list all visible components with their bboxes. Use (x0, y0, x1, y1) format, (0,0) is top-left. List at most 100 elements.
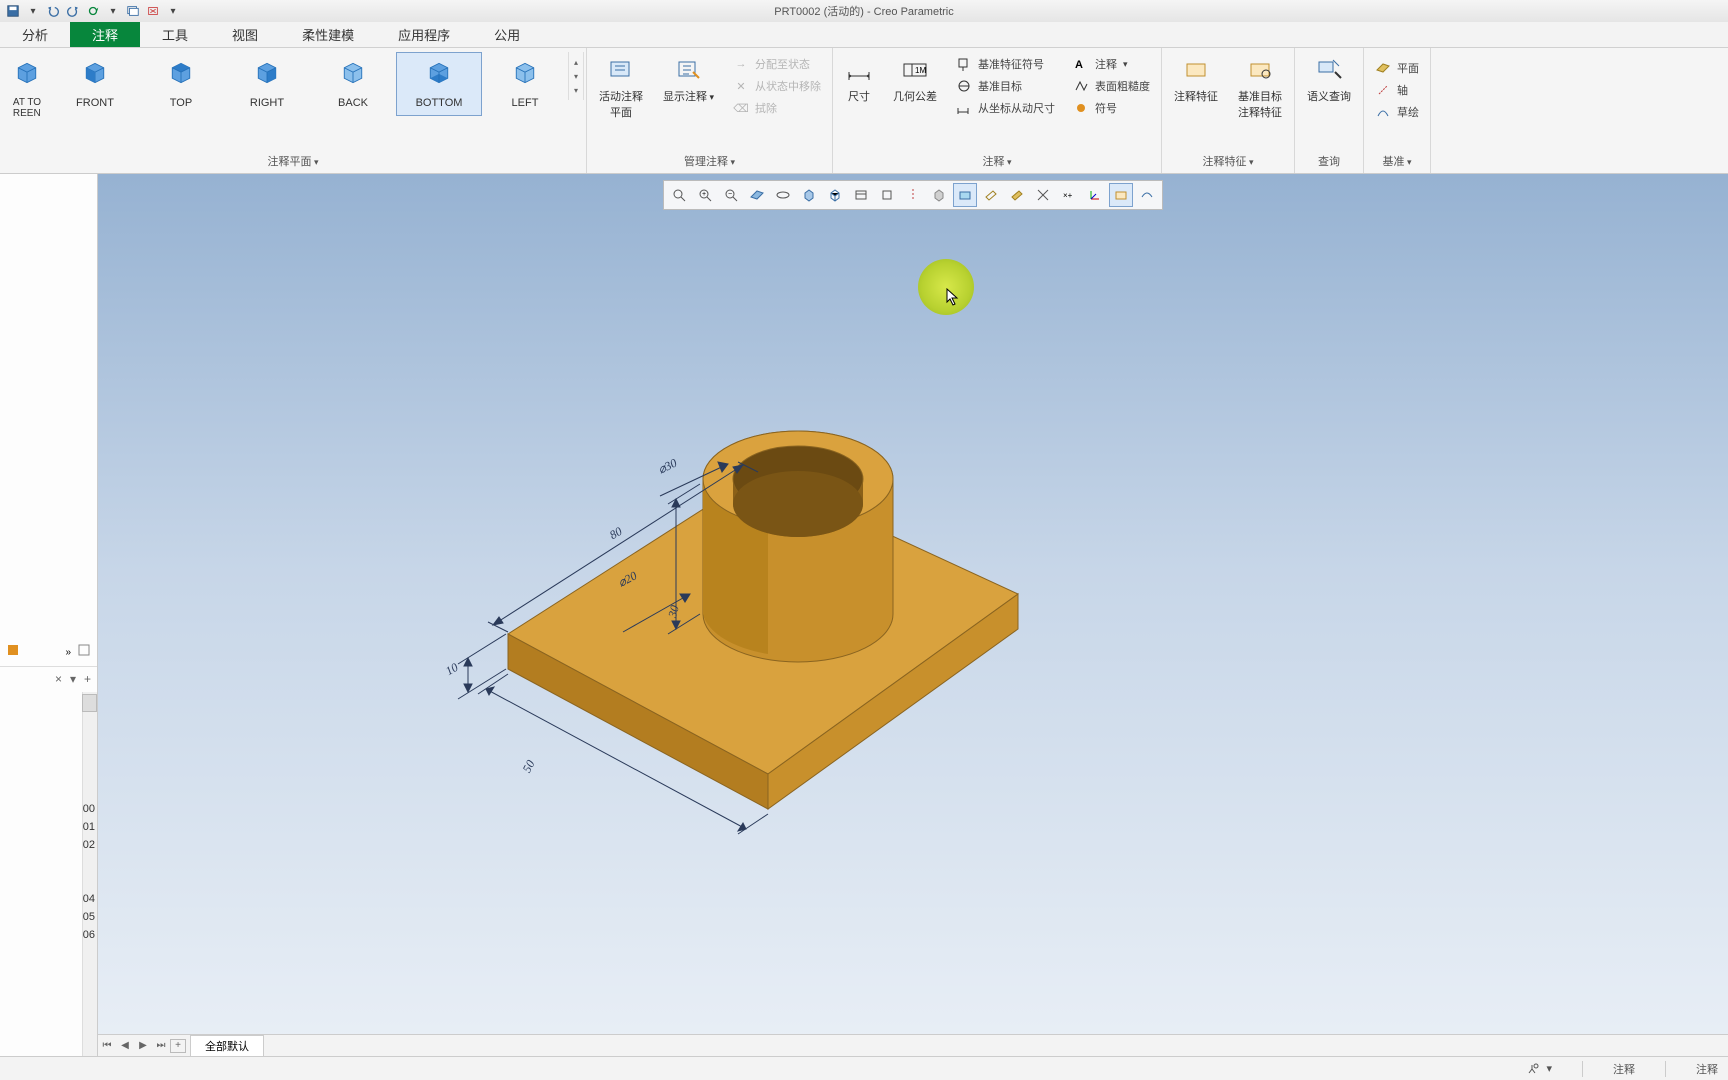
annotation-display-icon[interactable] (1109, 183, 1133, 207)
dropdown-icon[interactable]: ▾ (24, 3, 42, 19)
group-label: 查询 (1318, 156, 1340, 168)
tree-tabs: × ▾ + (0, 668, 97, 690)
view-flat-to-screen[interactable]: AT TOREEN (2, 52, 52, 126)
feature-symbol-button[interactable]: 基准特征符号 (953, 54, 1058, 74)
first-tab-icon[interactable]: ⏮ (98, 1040, 116, 1051)
zoom-fit-icon[interactable] (667, 183, 691, 207)
ribbon-body: AT TOREEN FRONT TOP RIGHT BACK BOTTOM (0, 48, 1728, 174)
group-annotation-planes: AT TOREEN FRONT TOP RIGHT BACK BOTTOM (0, 48, 587, 173)
csys-icon[interactable] (1083, 183, 1107, 207)
group-label[interactable]: 注释平面 (267, 156, 318, 168)
3d-viewport[interactable]: + − ×+ (98, 174, 1728, 1056)
tree-item[interactable]: 06 (83, 926, 95, 944)
axis-button[interactable]: 轴 (1372, 80, 1422, 100)
dropdown-icon[interactable]: ▾ (164, 3, 182, 19)
redo-icon[interactable] (64, 3, 82, 19)
dropdown-icon[interactable]: ▾ (104, 3, 122, 19)
datum-target-feat-button[interactable]: 基准目标注释特征 (1228, 52, 1292, 124)
datum-display-icon[interactable] (875, 183, 899, 207)
spin-icon[interactable] (771, 183, 795, 207)
group-query: 语义查询 查询 (1295, 48, 1364, 173)
zoom-in-icon[interactable]: + (693, 183, 717, 207)
close-icon[interactable]: × (55, 672, 62, 686)
group-annotate: 尺寸 1M 几何公差 基准特征符号 基准目标 从坐标从动尺寸 A注释▾ 表面粗糙… (833, 48, 1162, 173)
view-left[interactable]: LEFT (482, 52, 568, 116)
tree-item[interactable]: 05 (83, 908, 95, 926)
perspective-icon[interactable] (823, 183, 847, 207)
add-icon[interactable]: + (84, 672, 91, 686)
csys-display-icon[interactable] (953, 183, 977, 207)
next-tab-icon[interactable]: ▶ (134, 1040, 152, 1051)
view-state-tab[interactable]: 全部默认 (190, 1035, 264, 1056)
tab-annotate[interactable]: 注释 (70, 22, 140, 47)
annot-display-icon[interactable] (1005, 183, 1029, 207)
regenerate-icon[interactable] (84, 3, 102, 19)
quick-access-toolbar: ▾ ▾ ▾ (0, 3, 182, 19)
spline-icon[interactable] (1135, 183, 1159, 207)
repaint-icon[interactable] (745, 183, 769, 207)
tree-item[interactable]: 04 (83, 890, 95, 908)
save-icon[interactable] (4, 3, 22, 19)
plane-button[interactable]: 平面 (1372, 58, 1422, 78)
axis-display-icon[interactable] (901, 183, 925, 207)
collapse-icon[interactable]: ▾ (70, 672, 76, 686)
annot-label-button[interactable]: A注释▾ (1070, 54, 1153, 74)
active-annot-plane-button[interactable]: 活动注释平面 (589, 52, 653, 124)
view-label: FRONT (76, 97, 114, 109)
tree-item[interactable]: 00 (83, 800, 95, 818)
prev-tab-icon[interactable]: ◀ (116, 1040, 134, 1051)
view-label: AT TOREEN (13, 97, 41, 119)
gallery-spinner[interactable]: ▴▾▾ (568, 52, 584, 100)
view-bottom[interactable]: BOTTOM (396, 52, 482, 116)
add-tab-icon[interactable]: + (170, 1039, 186, 1053)
show-annot-button[interactable]: 显示注释 (653, 52, 724, 108)
display-style-icon[interactable] (797, 183, 821, 207)
tree-item[interactable]: 02 (83, 836, 95, 854)
driven-dim-button[interactable]: 从坐标从动尺寸 (953, 98, 1058, 118)
status-bar: ▾ 注释 注释 (0, 1056, 1728, 1080)
surface-finish-button[interactable]: 表面粗糙度 (1070, 76, 1153, 96)
tree-settings-icon[interactable] (77, 643, 91, 662)
tree-chevrons-icon[interactable]: » (65, 647, 71, 658)
view-right[interactable]: RIGHT (224, 52, 310, 116)
close-window-icon[interactable] (144, 3, 162, 19)
title-bar: ▾ ▾ ▾ PRT0002 (活动的) - Creo Parametric (0, 0, 1728, 22)
tab-common[interactable]: 公用 (472, 22, 542, 47)
sketch-button[interactable]: 草绘 (1372, 102, 1422, 122)
group-label[interactable]: 注释特征 (1203, 156, 1254, 168)
point-display-icon[interactable] (927, 183, 951, 207)
status-find[interactable]: ▾ (1526, 1062, 1552, 1076)
tab-analysis[interactable]: 分析 (0, 22, 70, 47)
annot-feature-button[interactable]: 注释特征 (1164, 52, 1228, 108)
datum-target-button[interactable]: 基准目标 (953, 76, 1058, 96)
view-top[interactable]: TOP (138, 52, 224, 116)
view-front[interactable]: FRONT (52, 52, 138, 116)
tab-view[interactable]: 视图 (210, 22, 280, 47)
window-icon[interactable] (124, 3, 142, 19)
tol-display-icon[interactable] (1031, 183, 1055, 207)
tree-item[interactable]: 01 (83, 818, 95, 836)
view-label: RIGHT (250, 97, 284, 109)
undo-icon[interactable] (44, 3, 62, 19)
geom-tol-button[interactable]: 1M 几何公差 (883, 52, 947, 108)
svg-text:1M: 1M (915, 66, 926, 75)
tab-flex[interactable]: 柔性建模 (280, 22, 376, 47)
tab-apps[interactable]: 应用程序 (376, 22, 472, 47)
tree-icon[interactable] (6, 643, 20, 662)
group-label[interactable]: 注释 (983, 156, 1012, 168)
group-label[interactable]: 基准 (1383, 156, 1412, 168)
symbol-button[interactable]: 符号 (1070, 98, 1153, 118)
window-title: PRT0002 (活动的) - Creo Parametric (774, 3, 954, 19)
view-back[interactable]: BACK (310, 52, 396, 116)
saved-views-icon[interactable] (849, 183, 873, 207)
note-display-icon[interactable]: ×+ (1057, 183, 1081, 207)
last-tab-icon[interactable]: ⏭ (152, 1040, 170, 1051)
dimension-button[interactable]: 尺寸 (835, 52, 883, 108)
group-label[interactable]: 管理注释 (684, 156, 735, 168)
tree-scroll-thumb[interactable] (82, 694, 97, 712)
plane-display-icon[interactable] (979, 183, 1003, 207)
semantic-query-button[interactable]: 语义查询 (1297, 52, 1361, 108)
zoom-out-icon[interactable]: − (719, 183, 743, 207)
tab-tools[interactable]: 工具 (140, 22, 210, 47)
view-label: BOTTOM (416, 97, 463, 109)
